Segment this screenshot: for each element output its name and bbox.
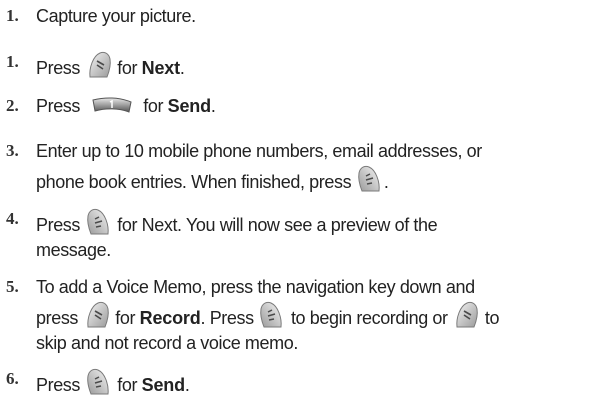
step-text: to: [484, 308, 500, 328]
step-text-period: .: [179, 58, 185, 78]
ok-softkey-icon: [356, 164, 384, 194]
step-text-press: Press: [36, 96, 81, 116]
step-number: 3.: [6, 141, 19, 160]
step-number: 5.: [6, 277, 19, 296]
step-text: to begin recording or: [290, 308, 448, 328]
ok-softkey-icon: [85, 207, 113, 237]
step-number: 1.: [6, 52, 19, 71]
step-action-label: Send: [167, 96, 211, 116]
step-action-label: Send: [141, 375, 185, 395]
step-action-label: Record: [139, 308, 201, 328]
menu-softkey-icon: [85, 50, 113, 80]
step-text-press: Press: [36, 215, 81, 235]
step-text-line: Enter up to 10 mobile phone numbers, ema…: [36, 141, 482, 161]
step-text-period: .: [210, 96, 216, 116]
step-text-for: for: [143, 96, 164, 116]
step-text-period: .: [383, 172, 389, 192]
step-text: . Press: [200, 308, 255, 328]
step-text: Capture your picture.: [36, 6, 196, 26]
step-text-period: .: [184, 375, 190, 395]
menu-softkey-icon: [83, 300, 111, 330]
send-key-1-icon: [91, 96, 133, 116]
ok-softkey-icon: [258, 300, 286, 330]
ok-softkey-icon: [85, 367, 113, 397]
step-text-for: for: [117, 58, 138, 78]
step-number: 6.: [6, 369, 19, 388]
step-text-press: Press: [36, 375, 81, 395]
step-text-line: for Next. You will now see a preview of …: [117, 215, 438, 235]
step-text-line: skip and not record a voice memo.: [36, 333, 298, 353]
step-action-label: Next: [141, 58, 180, 78]
step-text-line: message.: [36, 240, 111, 260]
step-text-line: To add a Voice Memo, press the navigatio…: [36, 277, 475, 297]
step-number: 2.: [6, 96, 19, 115]
step-text-line: phone book entries. When finished, press: [36, 172, 352, 192]
step-text-for: for: [117, 375, 138, 395]
menu-softkey-icon: [452, 300, 480, 330]
step-text-for: for: [115, 308, 136, 328]
step-text-press: press: [36, 308, 79, 328]
step-number: 4.: [6, 209, 19, 228]
step-text-press: Press: [36, 58, 81, 78]
step-number: 1.: [6, 6, 19, 25]
